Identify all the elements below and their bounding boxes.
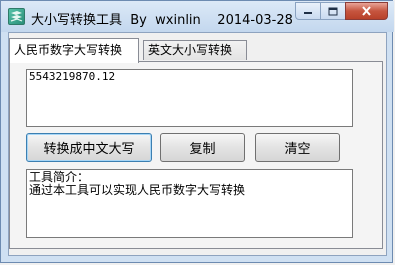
tab-english-case-conversion[interactable]: 英文大小写转换: [143, 40, 247, 60]
close-button[interactable]: [345, 2, 388, 20]
caption-buttons: [295, 2, 388, 20]
maximize-icon: [328, 7, 338, 15]
tab-rmb-conversion[interactable]: 人民币数字大写转换: [9, 38, 139, 63]
number-input-value: 5543219870.12: [29, 70, 116, 83]
result-line-2: 通过本工具可以实现人民币数字大写转换: [29, 183, 246, 197]
copy-button[interactable]: 复制: [160, 133, 245, 162]
close-icon: [362, 6, 371, 16]
title-bar[interactable]: 大小写转换工具 By wxinlin 2014-03-28: [1, 1, 394, 32]
number-input[interactable]: 5543219870.12: [26, 69, 353, 127]
result-output[interactable]: 工具简介： 通过本工具可以实现人民币数字大写转换: [26, 169, 353, 238]
maximize-button[interactable]: [320, 2, 346, 20]
minimize-button[interactable]: [295, 2, 321, 20]
clear-button[interactable]: 清空: [255, 133, 340, 162]
window-title: 大小写转换工具 By wxinlin 2014-03-28: [31, 13, 293, 28]
convert-button[interactable]: 转换成中文大写: [26, 133, 152, 162]
converter-app-icon: [8, 8, 25, 25]
minimize-icon: [304, 12, 312, 14]
